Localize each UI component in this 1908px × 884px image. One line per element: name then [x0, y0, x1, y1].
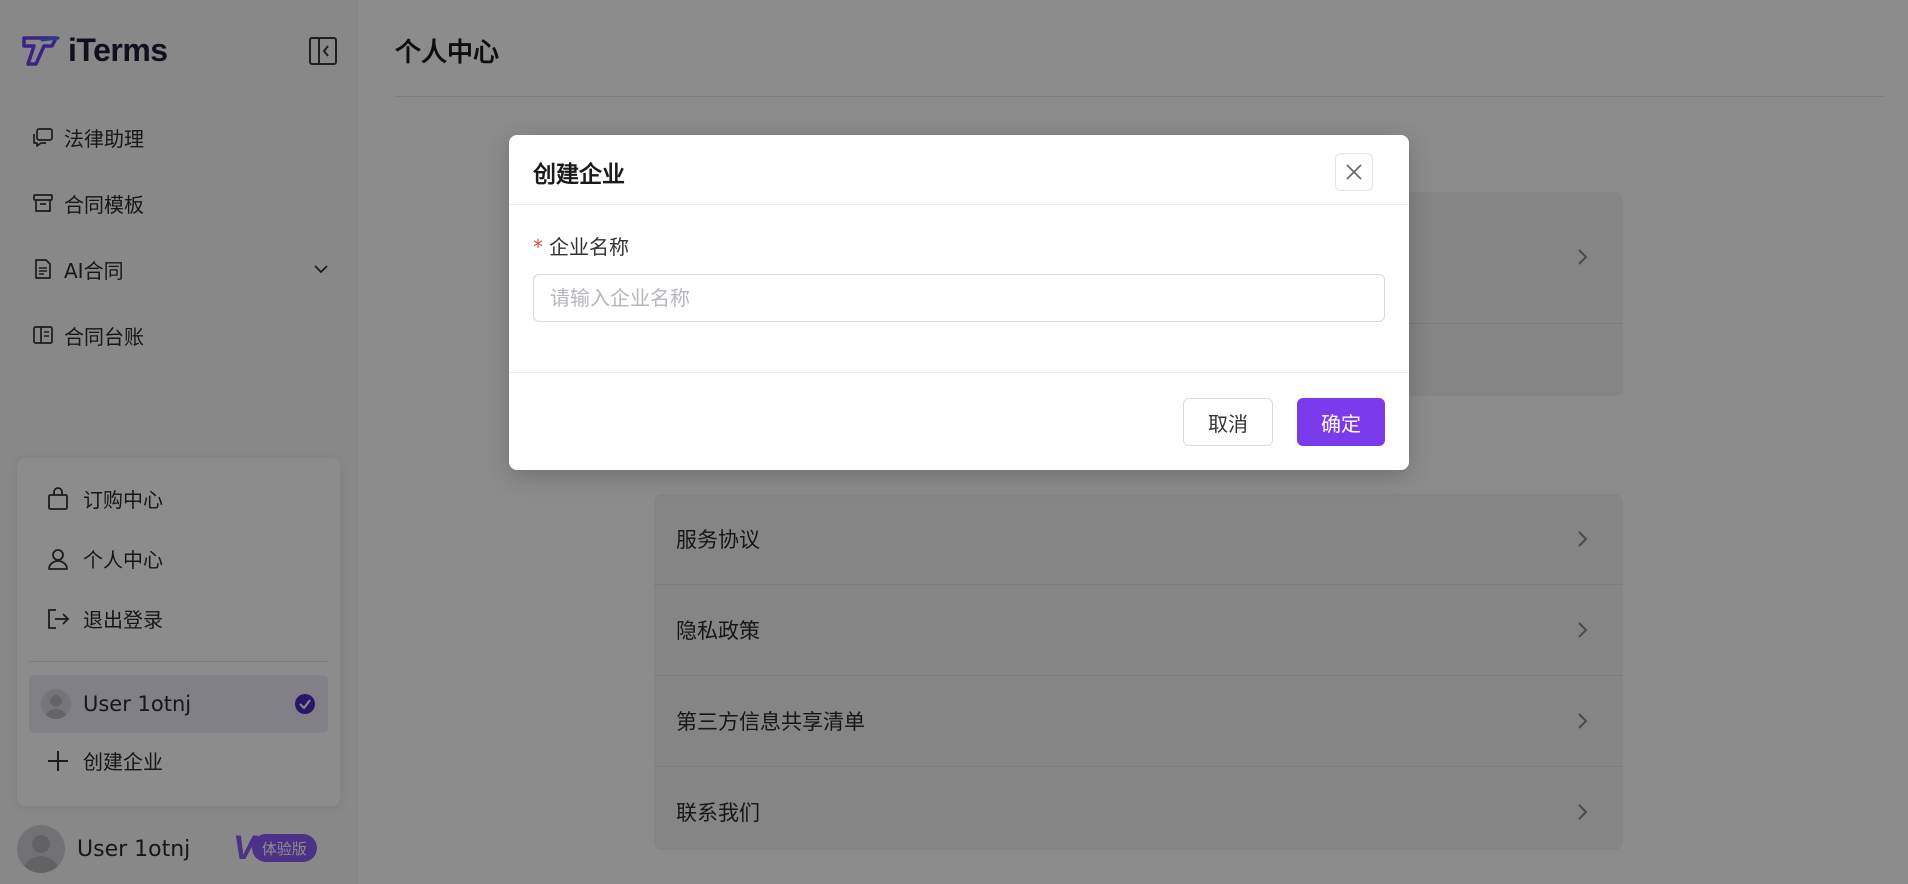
cancel-button[interactable]: 取消	[1183, 398, 1273, 446]
dialog-footer-divider	[509, 372, 1409, 373]
org-name-label: * 企业名称	[533, 231, 629, 260]
org-name-label-text: 企业名称	[549, 235, 629, 259]
dialog-title: 创建企业	[533, 162, 625, 188]
close-icon	[1346, 164, 1362, 180]
dialog-header-divider	[509, 204, 1409, 205]
create-org-dialog: 创建企业 *企业名称 取消 确定	[509, 135, 1409, 470]
required-mark: *	[533, 235, 543, 259]
org-name-input[interactable]	[533, 274, 1385, 322]
close-button[interactable]	[1335, 153, 1373, 191]
confirm-button[interactable]: 确定	[1297, 398, 1385, 446]
